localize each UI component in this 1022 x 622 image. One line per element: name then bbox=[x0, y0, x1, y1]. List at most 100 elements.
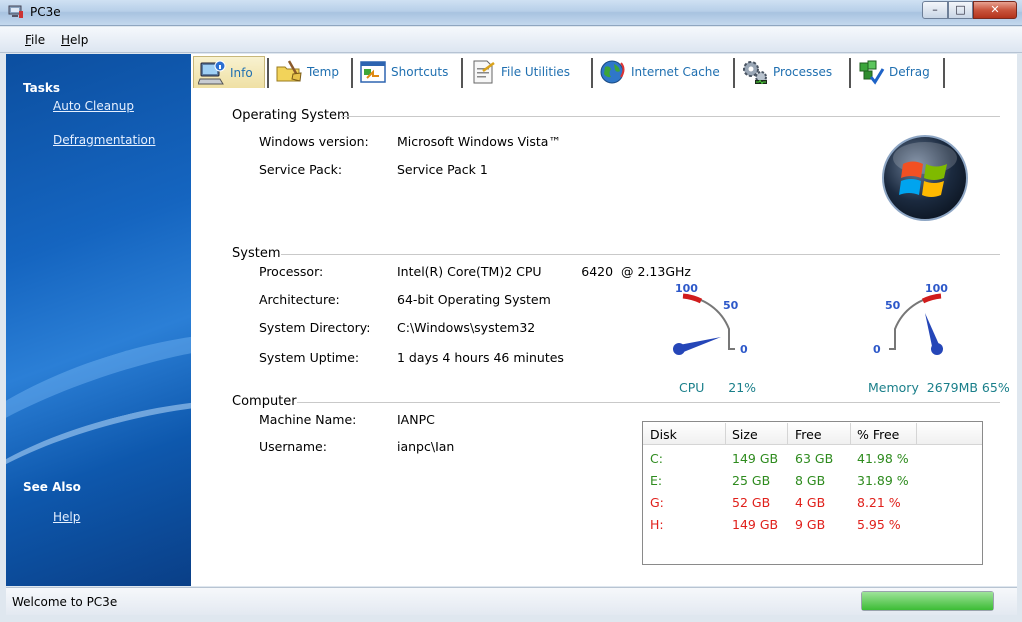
username-value: ianpc\Ian bbox=[397, 439, 455, 454]
section-divider bbox=[281, 254, 1000, 255]
tab-separator bbox=[849, 58, 851, 88]
gauge-mark-mid: 50 bbox=[885, 299, 901, 312]
table-row[interactable]: G: 52 GB 4 GB 8.21 % bbox=[643, 495, 982, 515]
column-header-disk[interactable]: Disk bbox=[650, 427, 677, 442]
maximize-button[interactable]: □ bbox=[948, 1, 973, 19]
menu-file[interactable]: File bbox=[25, 33, 45, 47]
architecture-value: 64-bit Operating System bbox=[397, 292, 551, 307]
service-pack-value: Service Pack 1 bbox=[397, 162, 488, 177]
help-link[interactable]: Help bbox=[53, 510, 80, 524]
progress-fill bbox=[862, 592, 993, 610]
cell-size: 25 GB bbox=[732, 473, 771, 488]
table-row[interactable]: H: 149 GB 9 GB 5.95 % bbox=[643, 517, 982, 537]
tab-processes[interactable]: Processes bbox=[737, 56, 847, 88]
memory-gauge: 0 50 100 bbox=[873, 282, 948, 356]
tab-strip: Info Temp Shortcuts File Utilities Inter… bbox=[191, 54, 1017, 90]
auto-cleanup-link[interactable]: Auto Cleanup bbox=[53, 99, 134, 113]
title-bar: PC3e – □ ✕ bbox=[0, 0, 1022, 26]
section-divider bbox=[341, 116, 1000, 117]
tab-label: Internet Cache bbox=[631, 65, 720, 79]
architecture-label: Architecture: bbox=[259, 292, 340, 307]
tab-file-utilities[interactable]: File Utilities bbox=[465, 56, 587, 88]
menu-bar: File Help bbox=[0, 27, 1022, 53]
gauge-mark-max: 100 bbox=[925, 282, 948, 295]
tab-separator bbox=[351, 58, 353, 88]
menu-help[interactable]: Help bbox=[61, 33, 88, 47]
cell-disk: G: bbox=[650, 495, 664, 510]
tab-label: Info bbox=[230, 65, 253, 80]
column-header-free[interactable]: Free bbox=[795, 427, 822, 442]
tasks-heading: Tasks bbox=[23, 81, 61, 95]
tab-label: File Utilities bbox=[501, 65, 571, 79]
task-pane: Tasks Auto Cleanup Defragmentation See A… bbox=[6, 54, 191, 586]
defragmentation-link[interactable]: Defragmentation bbox=[53, 133, 155, 147]
tab-internet-cache[interactable]: Internet Cache bbox=[595, 56, 729, 88]
cell-disk: H: bbox=[650, 517, 664, 532]
tab-shortcuts[interactable]: Shortcuts bbox=[355, 56, 459, 88]
machine-name-value: IANPC bbox=[397, 412, 435, 427]
tab-label: Processes bbox=[773, 65, 833, 79]
see-also-heading: See Also bbox=[23, 480, 81, 494]
file-document-icon bbox=[473, 60, 495, 84]
status-bar: Welcome to PC3e bbox=[6, 587, 1017, 615]
windows-version-label: Windows version: bbox=[259, 134, 369, 149]
tab-defrag[interactable]: Defrag bbox=[853, 56, 941, 88]
disk-table[interactable]: Disk Size Free % Free C: 149 GB 63 GB 41.98… bbox=[642, 421, 983, 565]
cpu-caption: CPU 21% bbox=[679, 380, 757, 395]
globe-icon bbox=[600, 60, 625, 84]
progress-bar bbox=[861, 591, 994, 611]
windows-version-value: Microsoft Windows Vista™ bbox=[397, 134, 561, 149]
minimize-button[interactable]: – bbox=[922, 1, 948, 19]
tab-separator bbox=[943, 58, 945, 88]
processor-value: Intel(R) Core(TM)2 CPU 6420 @ 2.13GHz bbox=[397, 264, 691, 279]
system-section-title: System bbox=[232, 246, 281, 261]
cell-disk: C: bbox=[650, 451, 663, 466]
cell-percent-free: 5.95 % bbox=[857, 517, 901, 532]
service-pack-label: Service Pack: bbox=[259, 162, 343, 177]
cell-free: 4 GB bbox=[795, 495, 826, 510]
processor-label: Processor: bbox=[259, 264, 324, 279]
system-directory-label: System Directory: bbox=[259, 320, 371, 335]
windows-logo-icon bbox=[882, 135, 968, 221]
cell-percent-free: 31.89 % bbox=[857, 473, 909, 488]
column-header-size[interactable]: Size bbox=[732, 427, 758, 442]
gauge-red-zone bbox=[682, 293, 703, 304]
status-text: Welcome to PC3e bbox=[12, 595, 118, 609]
close-button[interactable]: ✕ bbox=[973, 1, 1017, 19]
column-divider[interactable] bbox=[916, 423, 917, 444]
tab-temp[interactable]: Temp bbox=[271, 56, 349, 88]
app-icon bbox=[8, 5, 23, 18]
cell-size: 149 GB bbox=[732, 517, 779, 532]
table-row[interactable]: E: 25 GB 8 GB 31.89 % bbox=[643, 473, 982, 493]
gauge-hub bbox=[931, 343, 943, 355]
gears-icon bbox=[743, 61, 767, 85]
cpu-gauge: 100 50 0 bbox=[673, 282, 748, 356]
section-divider bbox=[297, 402, 1000, 403]
column-header-percent-free[interactable]: % Free bbox=[857, 427, 899, 442]
table-row[interactable]: C: 149 GB 63 GB 41.98 % bbox=[643, 451, 982, 471]
broom-folder-icon bbox=[276, 60, 302, 82]
system-uptime-label: System Uptime: bbox=[259, 350, 360, 365]
system-uptime-value: 1 days 4 hours 46 minutes bbox=[397, 350, 564, 365]
cell-disk: E: bbox=[650, 473, 663, 488]
system-directory-value: C:\Windows\system32 bbox=[397, 320, 536, 335]
cell-percent-free: 41.98 % bbox=[857, 451, 909, 466]
tab-label: Defrag bbox=[889, 65, 930, 79]
tab-separator bbox=[461, 58, 463, 88]
column-divider[interactable] bbox=[850, 423, 851, 444]
tab-separator bbox=[733, 58, 735, 88]
gauge-needle bbox=[679, 337, 721, 353]
cell-free: 8 GB bbox=[795, 473, 826, 488]
tab-label: Temp bbox=[307, 65, 339, 79]
tab-info[interactable]: Info bbox=[193, 56, 265, 88]
cell-size: 52 GB bbox=[732, 495, 771, 510]
column-divider[interactable] bbox=[725, 423, 726, 444]
cell-free: 63 GB bbox=[795, 451, 834, 466]
tab-separator bbox=[267, 58, 269, 88]
column-divider[interactable] bbox=[787, 423, 788, 444]
gauge-mark-max: 100 bbox=[675, 282, 698, 295]
shortcut-window-icon bbox=[360, 61, 386, 83]
os-section-title: Operating System bbox=[232, 108, 350, 123]
username-label: Username: bbox=[259, 439, 327, 454]
cell-percent-free: 8.21 % bbox=[857, 495, 901, 510]
